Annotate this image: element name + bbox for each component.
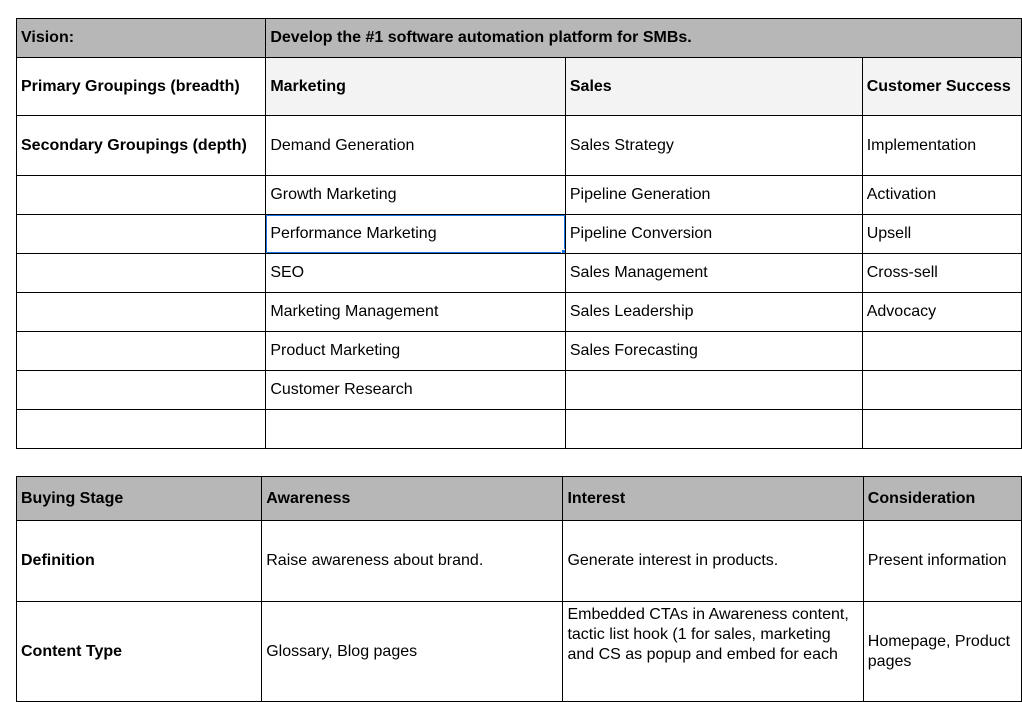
table-cell[interactable]: Present information bbox=[862, 520, 1022, 602]
table-cell[interactable]: Customer Research bbox=[265, 370, 566, 410]
content-type-label-cell[interactable]: Content Type bbox=[15, 601, 263, 702]
table-row: Performance Marketing Pipeline Conversio… bbox=[15, 214, 1022, 254]
table-cell[interactable] bbox=[15, 409, 267, 449]
table-cell[interactable] bbox=[564, 370, 863, 410]
primary-groupings-row: Primary Groupings (breadth) Marketing Sa… bbox=[15, 57, 1022, 116]
table-cell[interactable]: Glossary, Blog pages bbox=[261, 601, 564, 702]
table-row: Secondary Groupings (depth) Demand Gener… bbox=[15, 115, 1022, 176]
table-cell[interactable] bbox=[15, 331, 267, 371]
vision-text-cell[interactable]: Develop the #1 software automation platf… bbox=[265, 18, 1022, 58]
column-header-sales[interactable]: Sales bbox=[564, 57, 863, 116]
column-header-marketing[interactable]: Marketing bbox=[265, 57, 566, 116]
table-row bbox=[15, 409, 1022, 449]
definition-row: Definition Raise awareness about brand. … bbox=[15, 520, 1022, 602]
buying-stage-label-cell[interactable]: Buying Stage bbox=[15, 476, 263, 521]
selected-cell-text: Performance Marketing bbox=[270, 225, 437, 242]
fill-handle[interactable] bbox=[560, 249, 565, 253]
table-cell[interactable] bbox=[15, 370, 267, 410]
table-cell[interactable]: Marketing Management bbox=[265, 292, 566, 332]
stage-header-interest[interactable]: Interest bbox=[562, 476, 864, 521]
table-cell[interactable]: SEO bbox=[265, 253, 566, 293]
table-cell[interactable] bbox=[861, 331, 1022, 371]
table-cell[interactable]: Homepage, Product pages bbox=[862, 601, 1022, 702]
table-cell[interactable]: Sales Leadership bbox=[564, 292, 863, 332]
table-cell[interactable]: Sales Strategy bbox=[564, 115, 863, 176]
selected-cell[interactable]: Performance Marketing bbox=[265, 214, 566, 254]
strategy-grid-table: Vision: Develop the #1 software automati… bbox=[15, 18, 1022, 449]
definition-label-cell[interactable]: Definition bbox=[15, 520, 263, 602]
buying-stage-header-row: Buying Stage Awareness Interest Consider… bbox=[15, 476, 1022, 521]
table-cell[interactable]: Implementation bbox=[861, 115, 1022, 176]
table-cell[interactable]: Demand Generation bbox=[265, 115, 566, 176]
table-cell[interactable]: Advocacy bbox=[861, 292, 1022, 332]
table-cell[interactable]: Sales Management bbox=[564, 253, 863, 293]
table-row: Growth Marketing Pipeline Generation Act… bbox=[15, 175, 1022, 215]
table-cell[interactable]: Cross-sell bbox=[861, 253, 1022, 293]
buying-stage-table: Buying Stage Awareness Interest Consider… bbox=[15, 476, 1022, 702]
stage-header-awareness[interactable]: Awareness bbox=[261, 476, 564, 521]
table-cell[interactable]: Upsell bbox=[861, 214, 1022, 254]
secondary-groupings-label-cell[interactable]: Secondary Groupings (depth) bbox=[15, 115, 267, 176]
table-cell[interactable]: Pipeline Conversion bbox=[564, 214, 863, 254]
table-cell[interactable] bbox=[15, 175, 267, 215]
vision-row: Vision: Develop the #1 software automati… bbox=[15, 18, 1022, 58]
table-cell[interactable]: Generate interest in products. bbox=[562, 520, 864, 602]
table-row: Product Marketing Sales Forecasting bbox=[15, 331, 1022, 371]
table-cell[interactable] bbox=[15, 214, 267, 254]
table-cell[interactable]: Sales Forecasting bbox=[564, 331, 863, 371]
table-row: Customer Research bbox=[15, 370, 1022, 410]
primary-groupings-label-cell[interactable]: Primary Groupings (breadth) bbox=[15, 57, 267, 116]
table-cell[interactable] bbox=[564, 409, 863, 449]
table-row: Marketing Management Sales Leadership Ad… bbox=[15, 292, 1022, 332]
content-type-row: Content Type Glossary, Blog pages Embedd… bbox=[15, 601, 1022, 702]
table-cell[interactable]: Pipeline Generation bbox=[564, 175, 863, 215]
table-cell[interactable]: Activation bbox=[861, 175, 1022, 215]
table-cell[interactable]: Raise awareness about brand. bbox=[261, 520, 564, 602]
table-cell[interactable]: Growth Marketing bbox=[265, 175, 566, 215]
vision-label-cell[interactable]: Vision: bbox=[15, 18, 267, 58]
table-cell[interactable] bbox=[861, 409, 1022, 449]
stage-header-consideration[interactable]: Consideration bbox=[862, 476, 1022, 521]
table-cell[interactable] bbox=[15, 253, 267, 293]
table-cell[interactable]: Embedded CTAs in Awareness content, tact… bbox=[562, 601, 864, 702]
table-row: SEO Sales Management Cross-sell bbox=[15, 253, 1022, 293]
table-cell[interactable]: Product Marketing bbox=[265, 331, 566, 371]
table-cell[interactable] bbox=[265, 409, 566, 449]
table-cell[interactable] bbox=[15, 292, 267, 332]
column-header-customer-success[interactable]: Customer Success bbox=[861, 57, 1022, 116]
table-cell[interactable] bbox=[861, 370, 1022, 410]
